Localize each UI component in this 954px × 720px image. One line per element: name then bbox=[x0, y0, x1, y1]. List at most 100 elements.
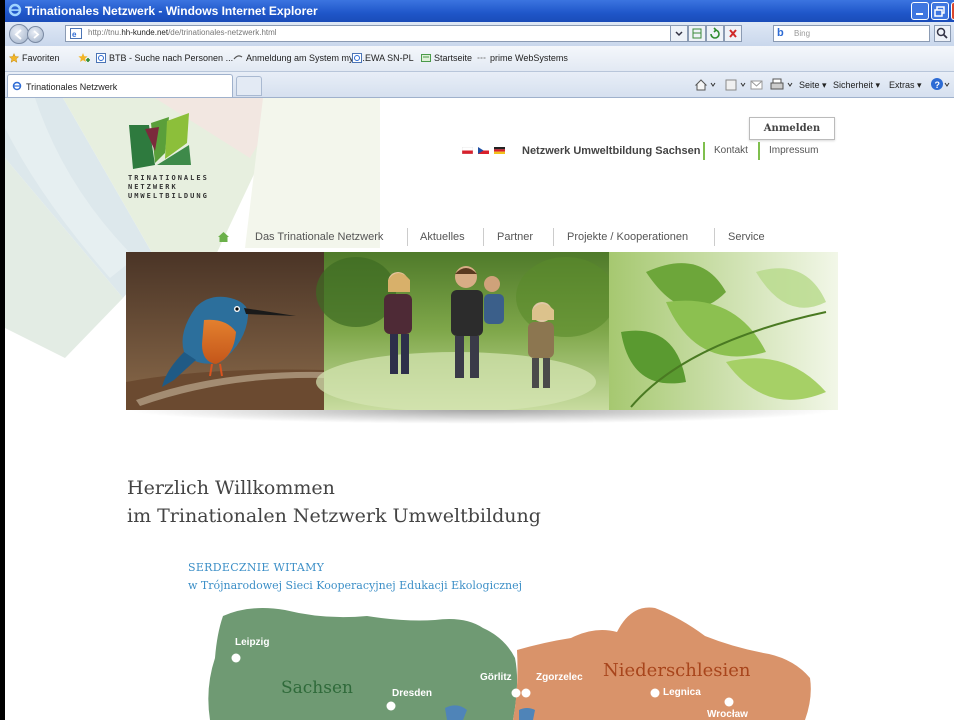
chevron-down-icon bbox=[675, 31, 683, 37]
internet-explorer-icon bbox=[8, 3, 22, 17]
city-marker[interactable] bbox=[724, 697, 734, 707]
city-marker[interactable] bbox=[650, 688, 660, 698]
city-marker[interactable] bbox=[521, 688, 531, 698]
tab-label: Trinationales Netzwerk bbox=[26, 82, 118, 92]
browser-window: Trinationales Netzwerk - Windows Interne… bbox=[5, 0, 954, 720]
hero-image bbox=[126, 252, 838, 410]
city-label-goerlitz[interactable]: Görlitz bbox=[480, 672, 512, 683]
tab-bar: Trinationales Netzwerk Seite ▾ Sicherhei… bbox=[5, 72, 954, 98]
compatibility-view-button[interactable] bbox=[688, 25, 706, 42]
restore-icon bbox=[934, 6, 945, 17]
feed-icon bbox=[421, 54, 431, 62]
favorites-button[interactable]: Favoriten bbox=[9, 53, 60, 63]
city-label-dresden[interactable]: Dresden bbox=[392, 688, 432, 699]
tab-trinationales-netzwerk[interactable]: Trinationales Netzwerk bbox=[7, 74, 233, 97]
favorite-link-label: Startseite bbox=[434, 53, 473, 63]
city-marker[interactable] bbox=[386, 701, 396, 711]
link-icon bbox=[477, 57, 487, 59]
forward-arrow-icon bbox=[33, 30, 40, 39]
nav-link-netzwerk-sachsen[interactable]: Netzwerk Umweltbildung Sachsen bbox=[522, 145, 700, 157]
nav-link-kontakt[interactable]: Kontakt bbox=[714, 145, 748, 156]
nav-partner[interactable]: Partner bbox=[497, 231, 533, 243]
feeds-icon[interactable] bbox=[724, 78, 748, 92]
city-label-zgorzelec[interactable]: Zgorzelec bbox=[536, 672, 583, 683]
search-icon bbox=[936, 27, 948, 39]
page-content: TRINATIONALES NETZWERK UMWELTBILDUNG Anm… bbox=[5, 98, 954, 720]
forward-button[interactable] bbox=[27, 26, 44, 43]
favorite-link-label: EWA SN-PL bbox=[365, 53, 414, 63]
favorite-link-label: prime WebSystems bbox=[490, 53, 568, 63]
city-label-wroclaw[interactable]: Wrocław bbox=[707, 709, 748, 720]
favorite-link-1[interactable]: BTB - Suche nach Personen ... bbox=[96, 53, 233, 63]
region-map bbox=[208, 607, 811, 720]
region-label-niederschlesien[interactable]: Niederschlesien bbox=[603, 660, 751, 681]
minimize-icon bbox=[916, 13, 923, 15]
city-marker[interactable] bbox=[231, 653, 241, 663]
url-input[interactable]: e http://tnu.hh-kunde.net/de/trinational… bbox=[65, 25, 723, 42]
green-leaves-photo bbox=[609, 252, 838, 410]
favorite-link-label: BTB - Suche nach Personen ... bbox=[109, 53, 234, 63]
window-title: Trinationales Netzwerk - Windows Interne… bbox=[25, 4, 318, 18]
new-tab-button[interactable] bbox=[236, 76, 262, 96]
link-icon bbox=[233, 55, 243, 60]
search-button[interactable] bbox=[934, 25, 951, 42]
mail-icon[interactable] bbox=[750, 78, 764, 92]
home-icon[interactable] bbox=[217, 231, 230, 243]
favorite-link-3[interactable]: EWA SN-PL bbox=[352, 53, 414, 63]
saxony-region[interactable] bbox=[208, 608, 518, 720]
favorite-link-4[interactable]: Startseite bbox=[421, 53, 472, 63]
search-input[interactable]: b Bing bbox=[773, 25, 930, 42]
url-host: hh-kunde.net bbox=[121, 28, 169, 37]
tools-menu-label: Extras bbox=[889, 80, 915, 90]
ie-page-icon bbox=[352, 53, 362, 63]
safety-menu[interactable]: Sicherheit ▾ bbox=[833, 80, 880, 91]
page-icon: e bbox=[70, 28, 82, 39]
tools-menu[interactable]: Extras ▾ bbox=[889, 80, 922, 91]
search-placeholder: Bing bbox=[794, 29, 811, 38]
minimize-button[interactable] bbox=[911, 2, 929, 20]
help-icon[interactable]: ? bbox=[930, 77, 952, 92]
welcome-heading-line1: Herzlich Willkommen bbox=[127, 477, 335, 499]
safety-menu-label: Sicherheit bbox=[833, 80, 874, 90]
stop-button[interactable] bbox=[724, 25, 742, 42]
german-flag-icon[interactable] bbox=[494, 147, 505, 154]
city-marker[interactable] bbox=[511, 688, 521, 698]
page-menu-label: Seite bbox=[799, 80, 820, 90]
add-favorite-icon[interactable] bbox=[77, 52, 91, 65]
polish-flag-icon[interactable] bbox=[462, 147, 473, 154]
children-in-forest-photo bbox=[316, 252, 616, 410]
favorites-label: Favoriten bbox=[22, 53, 60, 63]
compatibility-icon bbox=[692, 28, 702, 39]
refresh-button[interactable] bbox=[706, 25, 724, 42]
page-menu[interactable]: Seite ▾ bbox=[799, 80, 827, 91]
region-label-sachsen[interactable]: Sachsen bbox=[281, 678, 353, 698]
back-button[interactable] bbox=[9, 24, 29, 44]
polish-welcome-line1: SERDECZNIE WITAMY bbox=[188, 561, 325, 574]
home-icon[interactable] bbox=[694, 78, 718, 92]
czech-flag-icon[interactable] bbox=[478, 147, 489, 154]
login-button[interactable]: Anmelden bbox=[749, 117, 835, 140]
address-bar: e http://tnu.hh-kunde.net/de/trinational… bbox=[5, 22, 954, 46]
divider bbox=[714, 228, 715, 246]
site-logo[interactable] bbox=[125, 113, 195, 171]
back-arrow-icon bbox=[14, 29, 22, 40]
favorites-bar: Favoriten BTB - Suche nach Personen ... … bbox=[5, 46, 954, 72]
maximize-button[interactable] bbox=[931, 2, 949, 20]
city-label-legnica[interactable]: Legnica bbox=[663, 687, 701, 698]
city-label-leipzig[interactable]: Leipzig bbox=[235, 637, 269, 648]
refresh-icon bbox=[710, 27, 720, 39]
nav-link-impressum[interactable]: Impressum bbox=[769, 145, 818, 156]
print-icon[interactable] bbox=[769, 77, 795, 92]
nav-projekte-kooperationen[interactable]: Projekte / Kooperationen bbox=[567, 231, 688, 243]
stop-x-icon bbox=[729, 29, 737, 38]
nav-service[interactable]: Service bbox=[728, 231, 765, 243]
title-bar: Trinationales Netzwerk - Windows Interne… bbox=[5, 0, 954, 22]
nav-das-trinationale-netzwerk[interactable]: Das Trinationale Netzwerk bbox=[255, 231, 383, 243]
logo-line: TRINATIONALES bbox=[128, 174, 209, 182]
logo-wordmark: TRINATIONALES NETZWERK UMWELTBILDUNG bbox=[128, 174, 209, 201]
nav-aktuelles[interactable]: Aktuelles bbox=[420, 231, 465, 243]
favorite-link-2[interactable]: Anmeldung am System myty... bbox=[233, 53, 367, 63]
divider bbox=[758, 142, 760, 160]
url-dropdown-button[interactable] bbox=[670, 25, 688, 42]
favorite-link-5[interactable]: prime WebSystems bbox=[477, 53, 568, 63]
